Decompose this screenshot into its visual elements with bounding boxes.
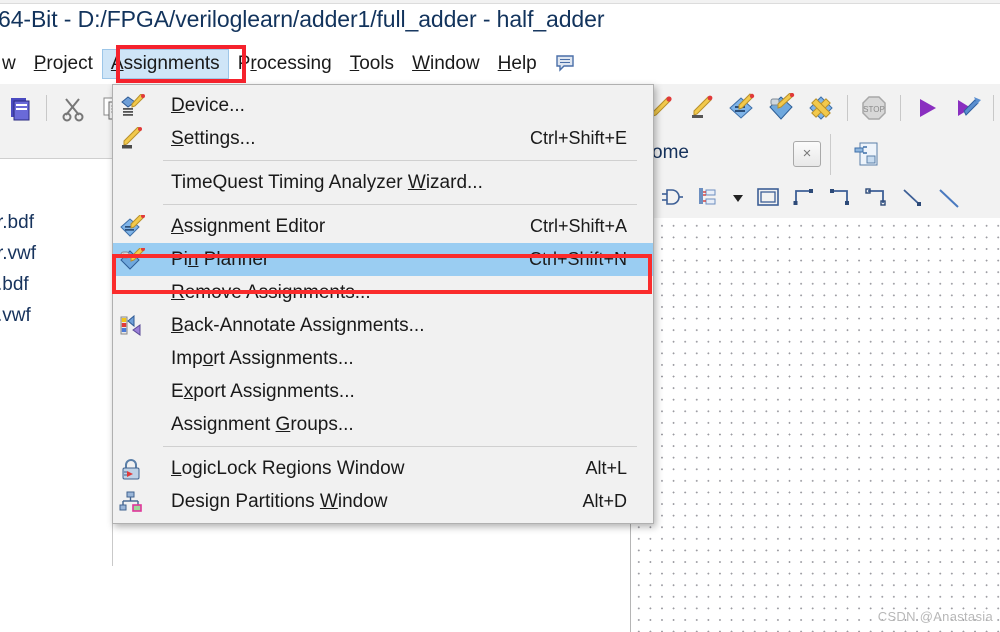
toolbar-separator	[46, 95, 47, 121]
title-bar: 64-Bit - D:/FPGA/veriloglearn/adder1/ful…	[0, 0, 1000, 44]
device-chip-pencil-icon	[119, 93, 145, 118]
elbow-line-3-icon[interactable]	[862, 183, 890, 211]
schematic-canvas[interactable]: CSDN @Anastasia	[630, 218, 1000, 632]
menu-item-logiclock-regions-window[interactable]: LogicLock Regions Window Alt+L	[113, 452, 653, 485]
schematic-draw-toolbar	[630, 176, 1000, 219]
no-icon	[119, 380, 145, 404]
toolbar-separator-3	[900, 95, 901, 121]
menu-item-label: Assignment Groups...	[171, 413, 354, 435]
file-list-item[interactable]: r.bdf	[0, 207, 112, 238]
menu-item-label: TimeQuest Timing Analyzer Wizard...	[171, 171, 483, 193]
design-partitions-icon	[119, 490, 145, 514]
menu-item-label: Export Assignments...	[171, 380, 355, 402]
close-icon[interactable]: ×	[793, 141, 821, 167]
menu-separator	[163, 446, 637, 447]
assignment-editor-icon	[119, 214, 145, 239]
menu-separator	[163, 204, 637, 205]
menu-item-back-annotate-assignments[interactable]: Back-Annotate Assignments...	[113, 309, 653, 342]
start-compilation-icon[interactable]	[952, 93, 982, 123]
menu-item-timequest-timing-analyzer-wizard[interactable]: TimeQuest Timing Analyzer Wizard...	[113, 166, 653, 199]
logic-gate-icon[interactable]	[658, 183, 686, 211]
menu-view[interactable]: w	[0, 49, 25, 79]
menu-item-label: Assignment Editor	[171, 215, 326, 237]
pin-planner-icon[interactable]	[766, 93, 796, 123]
rectangle-icon[interactable]	[754, 183, 782, 211]
logiclock-padlock-icon	[119, 457, 145, 481]
plug-document-icon[interactable]	[852, 139, 882, 169]
menu-help[interactable]: Help	[489, 49, 546, 79]
menu-item-shortcut: Ctrl+Shift+A	[529, 216, 627, 236]
tabstrip-separator	[830, 134, 831, 175]
menu-item-shortcut: Ctrl+Shift+N	[528, 249, 627, 269]
menu-project[interactable]: Project	[25, 49, 102, 79]
elbow-line-1-icon[interactable]	[790, 183, 818, 211]
watermark-text: CSDN @Anastasia	[877, 609, 993, 624]
project-file-panel: r.bdf r.vwf .bdf .vwf	[0, 132, 113, 572]
stop-sign-icon: STOP	[859, 93, 889, 123]
assignments-dropdown-menu: Device... Settings... Ctrl+Shift+E TimeQues…	[112, 84, 654, 524]
tab-home[interactable]: ome	[652, 142, 689, 164]
pencil-stand-icon[interactable]	[686, 93, 716, 123]
menu-tools[interactable]: Tools	[341, 49, 403, 79]
menu-item-label: Remove Assignments...	[171, 281, 371, 303]
menu-item-settings[interactable]: Settings... Ctrl+Shift+E	[113, 122, 653, 155]
menu-item-shortcut: Alt+D	[582, 491, 627, 511]
no-icon	[119, 171, 145, 195]
pin-planner-icon	[119, 247, 145, 272]
back-annotate-icon	[119, 314, 145, 338]
menu-item-label: Import Assignments...	[171, 347, 354, 369]
toolbar-separator-2	[847, 95, 848, 121]
chevron-down-icon[interactable]	[730, 183, 746, 211]
menu-item-assignment-editor[interactable]: Assignment Editor Ctrl+Shift+A	[113, 210, 653, 243]
svg-text:STOP: STOP	[863, 105, 885, 114]
lower-blank-area	[112, 566, 618, 632]
toolbar-separator-4	[993, 95, 994, 121]
menu-item-label: Settings...	[171, 127, 256, 149]
elbow-line-2-icon[interactable]	[826, 183, 854, 211]
window-title: 64-Bit - D:/FPGA/veriloglearn/adder1/ful…	[0, 6, 605, 32]
menu-item-export-assignments[interactable]: Export Assignments...	[113, 375, 653, 408]
menu-item-shortcut: Alt+L	[585, 458, 627, 478]
menu-item-label: Pin Planner	[171, 248, 270, 270]
file-list-item[interactable]: .bdf	[0, 269, 112, 300]
menu-item-pin-planner[interactable]: Pin Planner Ctrl+Shift+N	[113, 243, 653, 276]
file-list-item[interactable]: .vwf	[0, 300, 112, 331]
menu-item-label: Design Partitions Window	[171, 490, 388, 512]
editor-tab-strip: ome ×	[630, 132, 1000, 177]
file-list-item[interactable]: r.vwf	[0, 238, 112, 269]
menu-window[interactable]: Window	[403, 49, 489, 79]
menu-item-label: Device...	[171, 94, 245, 116]
panel-header	[0, 132, 112, 159]
file-list: r.bdf r.vwf .bdf .vwf	[0, 159, 112, 331]
settings-pencil-icon	[119, 126, 145, 151]
menu-item-shortcut: Ctrl+Shift+E	[529, 128, 627, 148]
window-top-strip	[0, 0, 1000, 4]
menu-item-assignment-groups[interactable]: Assignment Groups...	[113, 408, 653, 441]
menu-item-import-assignments[interactable]: Import Assignments...	[113, 342, 653, 375]
assignment-editor-icon[interactable]	[726, 93, 756, 123]
menu-item-label: LogicLock Regions Window	[171, 457, 405, 479]
compile-cross-icon[interactable]	[806, 93, 836, 123]
cut-scissors-icon[interactable]	[58, 93, 88, 123]
no-icon	[119, 347, 145, 371]
no-icon	[119, 413, 145, 437]
symbol-block-icon[interactable]	[694, 183, 722, 211]
open-project-icon[interactable]	[5, 93, 35, 123]
diagonal-line-icon[interactable]	[898, 183, 926, 211]
menu-item-design-partitions-window[interactable]: Design Partitions Window Alt+D	[113, 485, 653, 518]
menu-item-remove-assignments[interactable]: Remove Assignments...	[113, 276, 653, 309]
menu-separator	[163, 160, 637, 161]
assignments-highlight-box	[116, 45, 246, 83]
no-icon	[119, 281, 145, 305]
speech-balloon-icon[interactable]	[554, 53, 576, 75]
app-window: 64-Bit - D:/FPGA/veriloglearn/adder1/ful…	[0, 0, 1000, 632]
diagonal-line-2-icon[interactable]	[934, 183, 962, 211]
menu-item-label: Back-Annotate Assignments...	[171, 314, 425, 336]
menu-item-device[interactable]: Device...	[113, 89, 653, 122]
start-play-icon[interactable]	[912, 93, 942, 123]
